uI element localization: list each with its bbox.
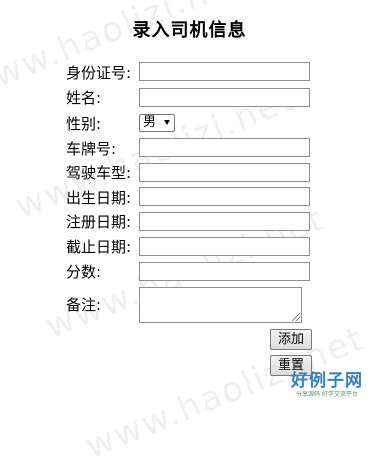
vehicle-type-input[interactable] — [139, 163, 310, 182]
logo-subtext: 分享源码 好学交流平台 — [296, 391, 358, 398]
resize-grip-icon[interactable] — [292, 313, 300, 321]
register-date-input[interactable] — [139, 212, 310, 231]
chevron-down-icon — [164, 120, 170, 125]
birth-date-label: 出生日期: — [66, 189, 132, 207]
plate-number-label: 车牌号: — [66, 140, 117, 158]
remark-label: 备注: — [66, 296, 102, 314]
expiry-date-input[interactable] — [139, 237, 310, 256]
birth-date-input[interactable] — [139, 187, 310, 206]
register-date-label: 注册日期: — [66, 213, 132, 231]
add-button[interactable]: 添加 — [270, 329, 312, 350]
name-label: 姓名: — [66, 89, 102, 107]
page-title: 录入司机信息 — [132, 20, 247, 41]
logo-text: 好例子网 — [291, 371, 363, 391]
gender-selected-value: 男 — [143, 115, 157, 130]
name-input[interactable] — [139, 88, 310, 107]
id-number-label: 身份证号: — [66, 64, 132, 82]
vehicle-type-label: 驾驶车型: — [66, 164, 132, 182]
expiry-date-label: 截止日期: — [66, 238, 132, 256]
site-logo: 好例子网 分享源码 好学交流平台 — [287, 366, 367, 398]
plate-number-input[interactable] — [139, 138, 310, 157]
gender-label: 性别: — [66, 115, 102, 133]
remark-textarea[interactable] — [139, 287, 302, 323]
score-label: 分数: — [66, 263, 102, 281]
score-input[interactable] — [139, 262, 310, 281]
id-number-input[interactable] — [139, 62, 310, 81]
gender-select[interactable]: 男 — [139, 114, 175, 132]
